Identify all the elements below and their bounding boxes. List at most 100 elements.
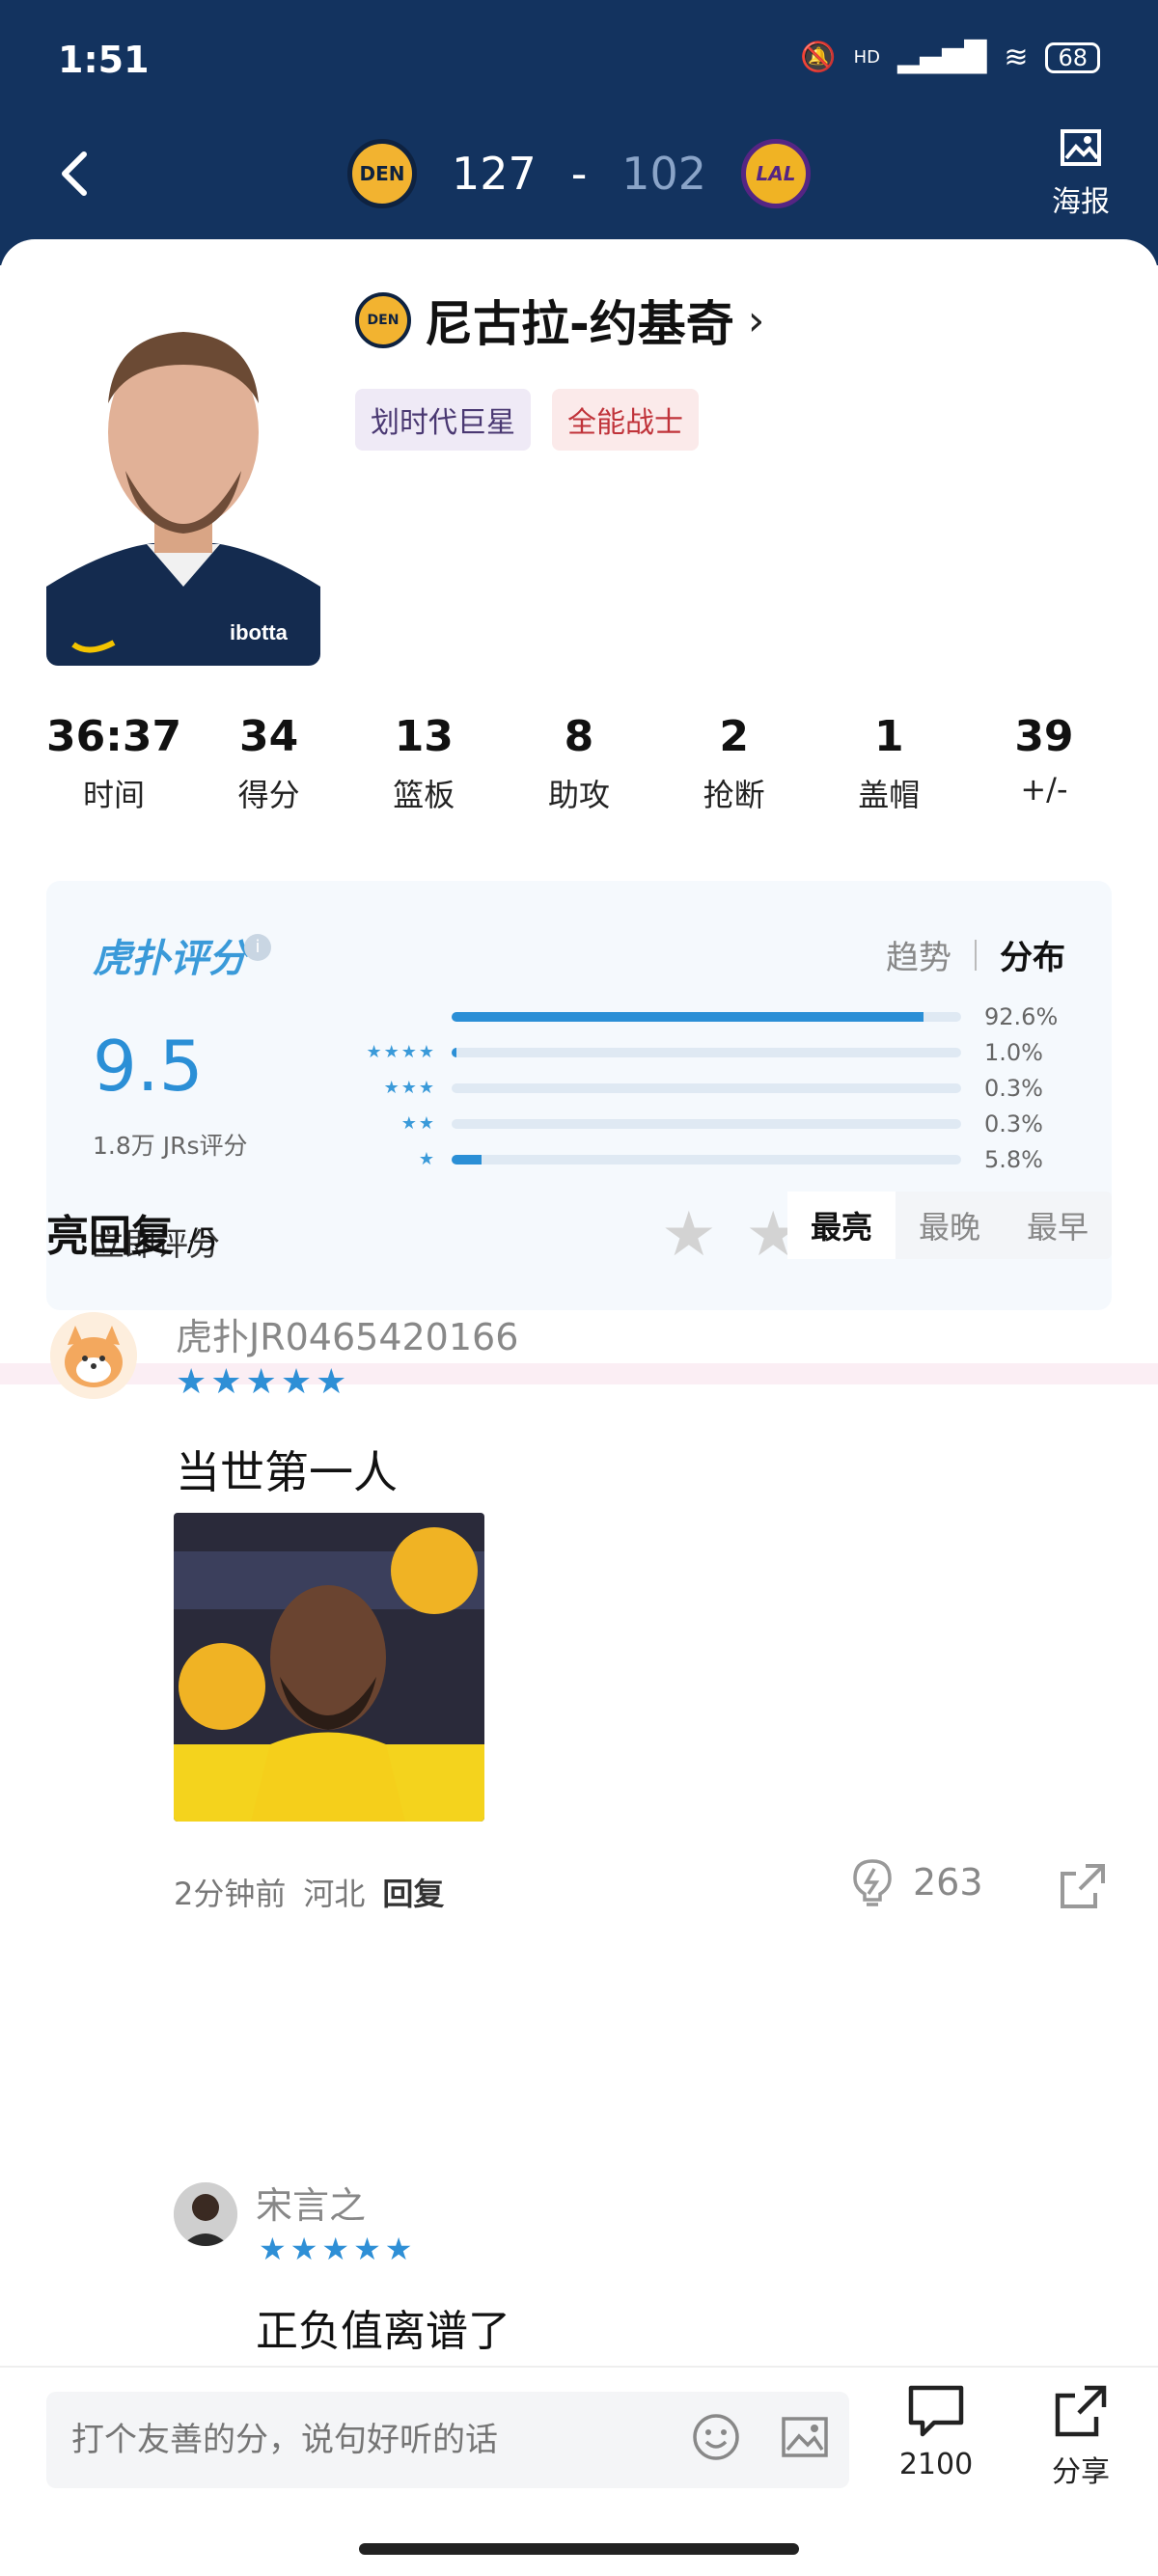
player-name-link[interactable]: DEN 尼古拉-约基奇 › (355, 286, 764, 355)
comment-time: 2分钟前 (174, 1876, 287, 1912)
back-arrow-icon (62, 151, 87, 196)
hupu-rating-brand: 虎扑评分® (93, 927, 266, 983)
stat-value: 2 (719, 712, 749, 761)
emoji-icon[interactable] (690, 2411, 742, 2463)
wifi-icon: ≋ (1004, 41, 1029, 74)
stat-blocks: 1 盖帽 (821, 712, 956, 815)
stat-label: +/- (1020, 771, 1068, 808)
distribution-bar-track (452, 1118, 961, 1129)
status-bar: 1:51 🔕 HD ▂▄▆█ ≋ 68 (58, 39, 1100, 87)
sort-tab-earliest[interactable]: 最早 (1004, 1192, 1112, 1259)
stat-label: 时间 (82, 777, 145, 813)
image-upload-icon[interactable] (779, 2411, 831, 2463)
tab-distribution[interactable]: 分布 (1000, 931, 1065, 978)
sort-tab-latest[interactable]: 最晚 (896, 1192, 1004, 1259)
stat-label: 助攻 (547, 777, 610, 813)
avatar[interactable] (50, 1312, 137, 1399)
share-button[interactable]: 分享 (1042, 2382, 1119, 2490)
press-conference-photo (174, 1513, 484, 1822)
distribution-percent: 5.8% (984, 1145, 1043, 1173)
distribution-stars: ★ (418, 1149, 436, 1169)
stat-plus-minus: 39 +/- (977, 712, 1112, 815)
comment-location: 河北 (303, 1876, 366, 1912)
like-count: 263 (913, 1861, 983, 1904)
tab-trend[interactable]: 趋势 (886, 931, 951, 978)
comment-username[interactable]: 宋言之 (256, 2176, 366, 2229)
stat-value: 1 (873, 712, 904, 761)
distribution-bar-track (452, 1047, 961, 1057)
distribution-bar-track (452, 1154, 961, 1165)
player-card: ibotta DEN 尼古拉-约基奇 › 划时代巨星 全能战士 36:37 时间 … (0, 239, 1158, 2576)
like-button[interactable]: 263 (849, 1857, 983, 1907)
distribution-stars: ★★ (400, 1113, 436, 1134)
distribution-percent: 0.3% (984, 1110, 1043, 1137)
battery-icon: 68 (1045, 41, 1100, 73)
distribution-bar-fill (452, 1047, 457, 1057)
distribution-bar-fill (452, 1011, 924, 1022)
bottom-bar: 2100 分享 (0, 2366, 1158, 2576)
stat-minutes: 36:37 时间 (46, 712, 181, 815)
top-header: 1:51 🔕 HD ▂▄▆█ ≋ 68 DEN 127 - 102 LAL 海报 (0, 0, 1158, 265)
player-name: 尼古拉-约基奇 (425, 296, 734, 352)
stat-steals: 2 抢断 (667, 712, 802, 815)
brand-text: 虎扑评分 (93, 937, 247, 981)
poster-label: 海报 (1052, 185, 1110, 219)
stat-value: 8 (564, 712, 594, 761)
distribution-percent: 0.3% (984, 1074, 1043, 1102)
sort-tab-hottest[interactable]: 最亮 (786, 1192, 896, 1259)
comment-share-button[interactable] (1057, 1860, 1109, 1912)
rating-distribution: 92.6% ★★★★ 1.0% ★★★ 0.3% ★★ 0.3% ★ 5.8% (336, 999, 1089, 1177)
back-button[interactable] (53, 145, 101, 203)
dog-avatar-icon (50, 1312, 137, 1399)
stat-label: 抢断 (703, 777, 765, 813)
info-icon[interactable]: i (244, 934, 271, 961)
stat-value: 39 (1014, 712, 1074, 761)
stat-points: 34 得分 (202, 712, 337, 815)
lakers-logo[interactable]: LAL (740, 139, 811, 208)
network-label: HD (853, 47, 881, 68)
replies-count: /5 (187, 1221, 218, 1258)
poster-button[interactable]: 海报 (1042, 125, 1119, 220)
distribution-stars: ★★★ (383, 1078, 436, 1098)
sort-tabs: 最亮 最晚 最早 (786, 1192, 1112, 1259)
reply-button[interactable]: 回复 (382, 1870, 444, 1914)
comment-text: 正负值离谱了 (256, 2307, 510, 2356)
chevron-right-icon: › (747, 295, 765, 345)
share-icon (1061, 1864, 1105, 1908)
away-score: 102 (621, 148, 707, 200)
status-time: 1:51 (58, 39, 150, 81)
jersey-sponsor: ibotta (230, 620, 289, 644)
rating-tabs: 趋势 分布 (886, 931, 1065, 978)
share-label: 分享 (1052, 2455, 1110, 2489)
lightbulb-icon (853, 1859, 892, 1906)
distribution-bar-track (452, 1082, 961, 1093)
stat-label: 盖帽 (858, 777, 921, 813)
player-headshot: ibotta (46, 297, 320, 666)
score-row: DEN 127 - 102 LAL (347, 135, 811, 212)
tag-era-star[interactable]: 划时代巨星 (355, 389, 531, 451)
distribution-row: ★★★★ 1.0% (336, 1034, 1089, 1070)
stat-value: 13 (394, 712, 454, 761)
comments-button[interactable]: 2100 (893, 2382, 979, 2481)
section-divider (0, 1363, 1158, 1384)
replies-title: 亮回复/5 (46, 1201, 217, 1263)
comment-image[interactable] (174, 1513, 484, 1822)
distribution-row: ★ 5.8% (336, 1141, 1089, 1177)
home-score: 127 (451, 148, 537, 200)
distribution-percent: 92.6% (984, 1002, 1059, 1030)
share-icon (1055, 2385, 1107, 2437)
stat-value: 34 (239, 712, 299, 761)
score-separator: - (570, 148, 588, 200)
nuggets-logo[interactable]: DEN (347, 139, 417, 208)
comment-bubble-icon (908, 2385, 964, 2437)
home-indicator (359, 2543, 799, 2555)
comment-username[interactable]: 虎扑JR0465420166 (176, 1307, 518, 1360)
distribution-row: 92.6% (336, 999, 1089, 1034)
stat-value: 36:37 (46, 712, 182, 761)
avatar[interactable] (174, 2182, 237, 2246)
signal-icon: ▂▄▆█ (897, 41, 987, 74)
mute-icon: 🔕 (800, 41, 837, 74)
rate-star-1[interactable]: ★ (661, 1204, 716, 1266)
tag-all-rounder[interactable]: 全能战士 (552, 389, 699, 451)
distribution-bar-fill (452, 1154, 482, 1165)
